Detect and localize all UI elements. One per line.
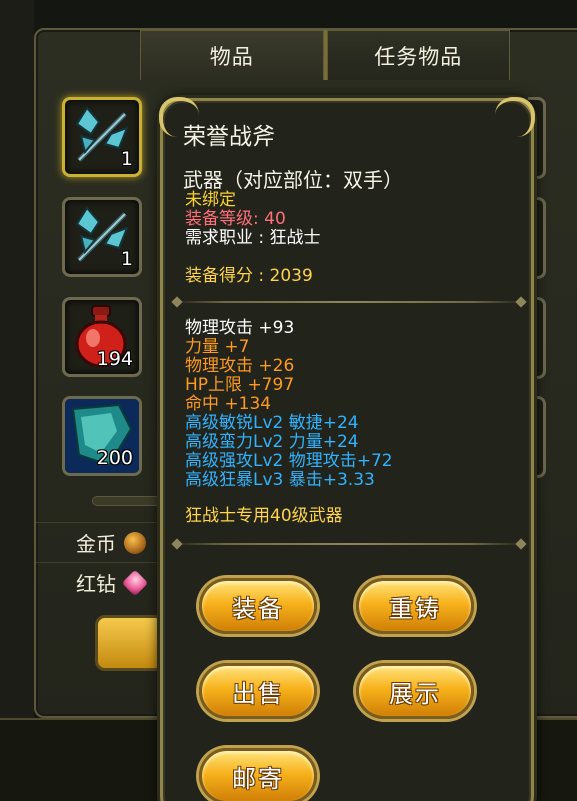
tab-items[interactable]: 物品 — [140, 30, 324, 80]
inventory-slot-4[interactable]: 200 — [62, 396, 142, 476]
reforge-button[interactable]: 重铸 — [356, 578, 474, 634]
equip-level-label: 装备等级 — [185, 209, 253, 229]
sell-button[interactable]: 出售 — [199, 663, 317, 719]
gold-row: 金币 — [36, 522, 162, 562]
mail-button[interactable]: 邮寄 — [199, 748, 317, 801]
divider — [173, 301, 525, 303]
base-stat: 物理攻击 +93 — [185, 318, 295, 338]
special-stat: 高级蛮力Lv2 力量+24 — [185, 432, 359, 452]
bonus-stat: 力量 +7 — [185, 337, 250, 357]
special-stat: 高级狂暴Lv3 暴击+3.33 — [185, 470, 375, 490]
gold-coin-icon — [124, 531, 146, 554]
gold-label: 金币 — [76, 532, 116, 556]
equip-button[interactable]: 装备 — [199, 578, 317, 634]
bonus-stat: HP上限 +797 — [185, 375, 295, 395]
diamond-label: 红钻 — [76, 572, 116, 596]
scrollbar[interactable] — [92, 496, 162, 506]
divider — [173, 543, 525, 545]
special-stat: 高级敏锐Lv2 敏捷+24 — [185, 413, 359, 433]
bonus-stat: 物理攻击 +26 — [185, 356, 295, 376]
equip-score: 装备得分 : 2039 — [185, 266, 313, 286]
class-requirement: 需求职业 : 狂战士 — [185, 228, 321, 248]
special-stat: 高级强攻Lv2 物理攻击+72 — [185, 451, 393, 471]
bonus-stat: 命中 +134 — [185, 394, 272, 414]
underlying-button[interactable] — [95, 615, 165, 671]
inventory-slot-2[interactable]: 1 — [62, 197, 142, 277]
item-tooltip: 荣誉战斧 武器（对应部位：双手） 未绑定 装备等级: 40 需求职业 : 狂战士… — [159, 97, 535, 801]
inventory-slot-1[interactable]: 1 — [62, 97, 142, 177]
item-type: 武器（对应部位：双手） — [183, 168, 403, 192]
display-button[interactable]: 展示 — [356, 663, 474, 719]
red-diamond-icon — [121, 569, 149, 596]
item-count: 1 — [120, 148, 133, 170]
item-description: 狂战士专用40级武器 — [185, 506, 343, 526]
diamond-row: 红钻 — [36, 562, 162, 602]
left-edge — [0, 0, 34, 801]
frame-corner — [495, 97, 535, 137]
item-count: 200 — [96, 447, 133, 469]
equip-level-value: : 40 — [253, 209, 286, 229]
item-count: 194 — [96, 348, 133, 370]
item-count: 1 — [120, 248, 133, 270]
tab-bar: 物品 任务物品 — [140, 30, 510, 80]
item-name: 荣誉战斧 — [183, 124, 275, 150]
inventory-slot-3[interactable]: 194 — [62, 297, 142, 377]
equip-level: 装备等级: 40 — [185, 210, 286, 229]
bind-status: 未绑定 — [185, 190, 236, 210]
tab-quest-items[interactable]: 任务物品 — [326, 30, 510, 80]
